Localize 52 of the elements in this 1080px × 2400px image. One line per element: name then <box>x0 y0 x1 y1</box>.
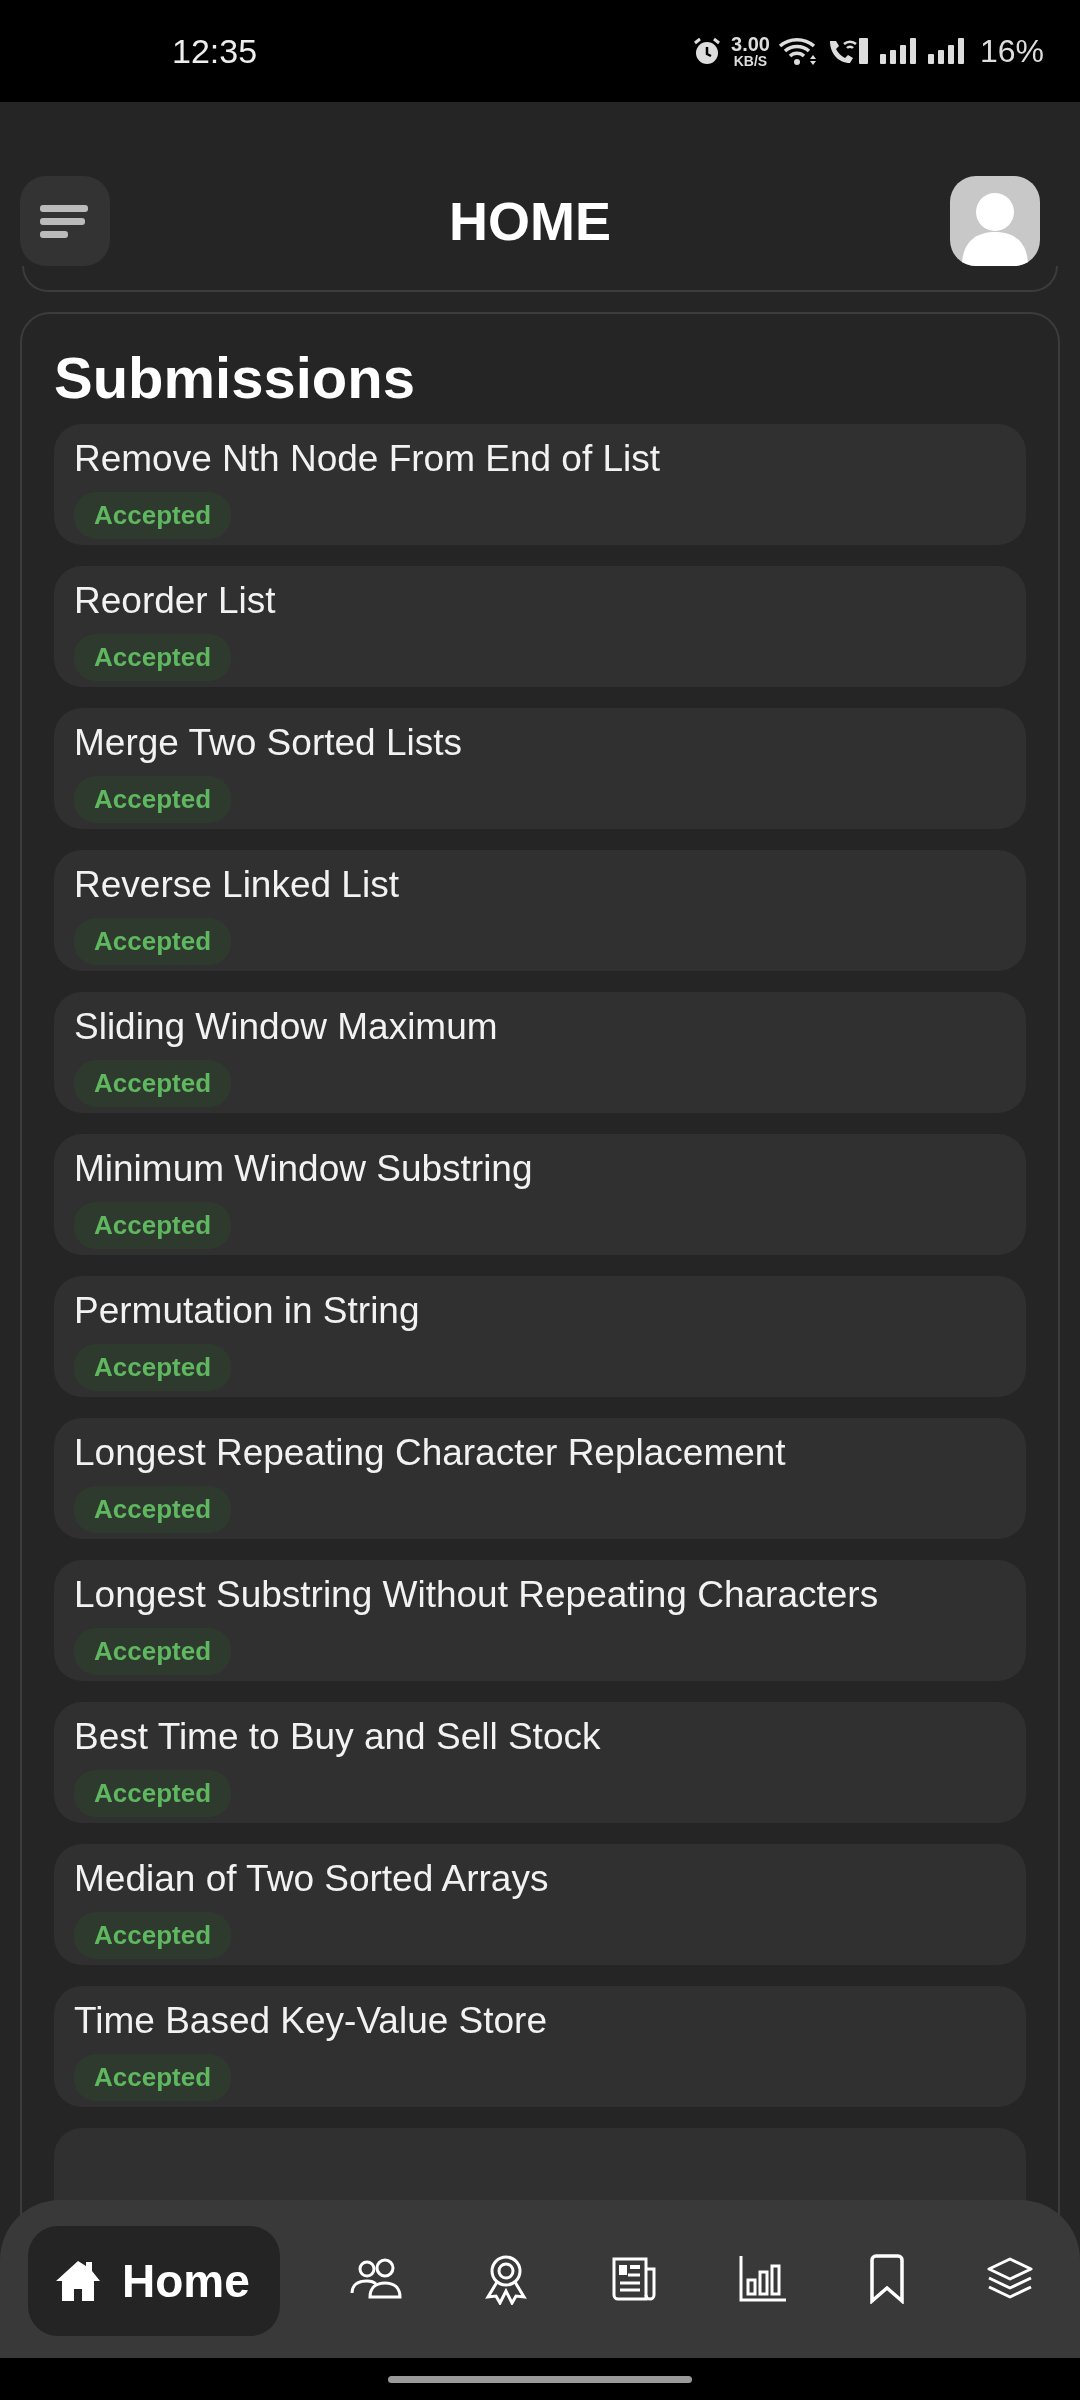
submission-item[interactable]: Remove Nth Node From End of List Accepted <box>54 424 1026 545</box>
status-badge: Accepted <box>74 1344 232 1391</box>
network-speed: 3.00 <box>731 34 770 54</box>
status-badge: Accepted <box>74 492 232 539</box>
nav-tab[interactable]: Home <box>28 2226 280 2336</box>
problem-title: Median of Two Sorted Arrays <box>74 1858 549 1900</box>
submission-item[interactable]: Median of Two Sorted Arrays Accepted <box>54 1844 1026 1965</box>
submission-item[interactable]: Longest Substring Without Repeating Characters Accepted <box>54 1560 1026 1681</box>
status-badge: Accepted <box>74 1628 232 1675</box>
profile-avatar-button[interactable] <box>950 176 1040 266</box>
submission-item[interactable]: Best Time to Buy and Sell Stock Accepted <box>54 1702 1026 1823</box>
problem-title: Time Based Key-Value Store <box>74 2000 547 2042</box>
status-badge: Accepted <box>74 1060 232 1107</box>
page-title: HOME <box>449 190 611 252</box>
signal-icon <box>925 36 966 66</box>
submission-item[interactable]: Reorder List Accepted <box>54 566 1026 687</box>
submission-item[interactable]: Time Based Key-Value Store Accepted <box>54 1986 1026 2107</box>
people-icon <box>349 2257 402 2301</box>
problem-title: Remove Nth Node From End of List <box>74 438 661 480</box>
submission-item[interactable]: Reverse Linked List Accepted <box>54 850 1026 971</box>
signal-icon <box>877 36 918 66</box>
wifi-icon <box>777 35 818 67</box>
menu-button[interactable] <box>20 176 110 266</box>
status-badge: Accepted <box>74 918 232 965</box>
submission-item[interactable]: Minimum Window Substring Accepted <box>54 1134 1026 1255</box>
problem-title: Longest Substring Without Repeating Characters <box>74 1574 879 1616</box>
alarm-icon <box>691 35 723 67</box>
bookmark-icon <box>867 2254 906 2304</box>
problem-title: Reverse Linked List <box>74 864 399 906</box>
problem-title: Reorder List <box>74 580 276 622</box>
status-badge: Accepted <box>74 1770 232 1817</box>
problem-title: Best Time to Buy and Sell Stock <box>74 1716 601 1758</box>
submission-item[interactable]: Sliding Window Maximum Accepted <box>54 992 1026 1113</box>
status-badge: Accepted <box>74 2054 232 2101</box>
submission-item[interactable]: Merge Two Sorted Lists Accepted <box>54 708 1026 829</box>
submission-item[interactable]: Permutation in String Accepted <box>54 1276 1026 1397</box>
status-badge: Accepted <box>74 634 232 681</box>
submission-item[interactable]: Longest Repeating Character Replacement Accepted <box>54 1418 1026 1539</box>
problem-title: Longest Repeating Character Replacement <box>74 1432 786 1474</box>
battery-level: 16% <box>979 32 1044 70</box>
status-badge: Accepted <box>74 776 232 823</box>
problem-title: Permutation in String <box>74 1290 420 1332</box>
problem-title: Merge Two Sorted Lists <box>74 722 462 764</box>
problem-title: Minimum Window Substring <box>74 1148 533 1190</box>
problem-title: Sliding Window Maximum <box>74 1006 498 1048</box>
status-badge: Accepted <box>74 1912 232 1959</box>
section-title: Submissions <box>54 344 416 411</box>
status-badge: Accepted <box>74 1202 232 1249</box>
bar-chart-icon <box>737 2254 788 2304</box>
status-badge: Accepted <box>74 1486 232 1533</box>
status-time: 12:35 <box>172 31 258 71</box>
network-unit: KB/S <box>733 54 768 68</box>
